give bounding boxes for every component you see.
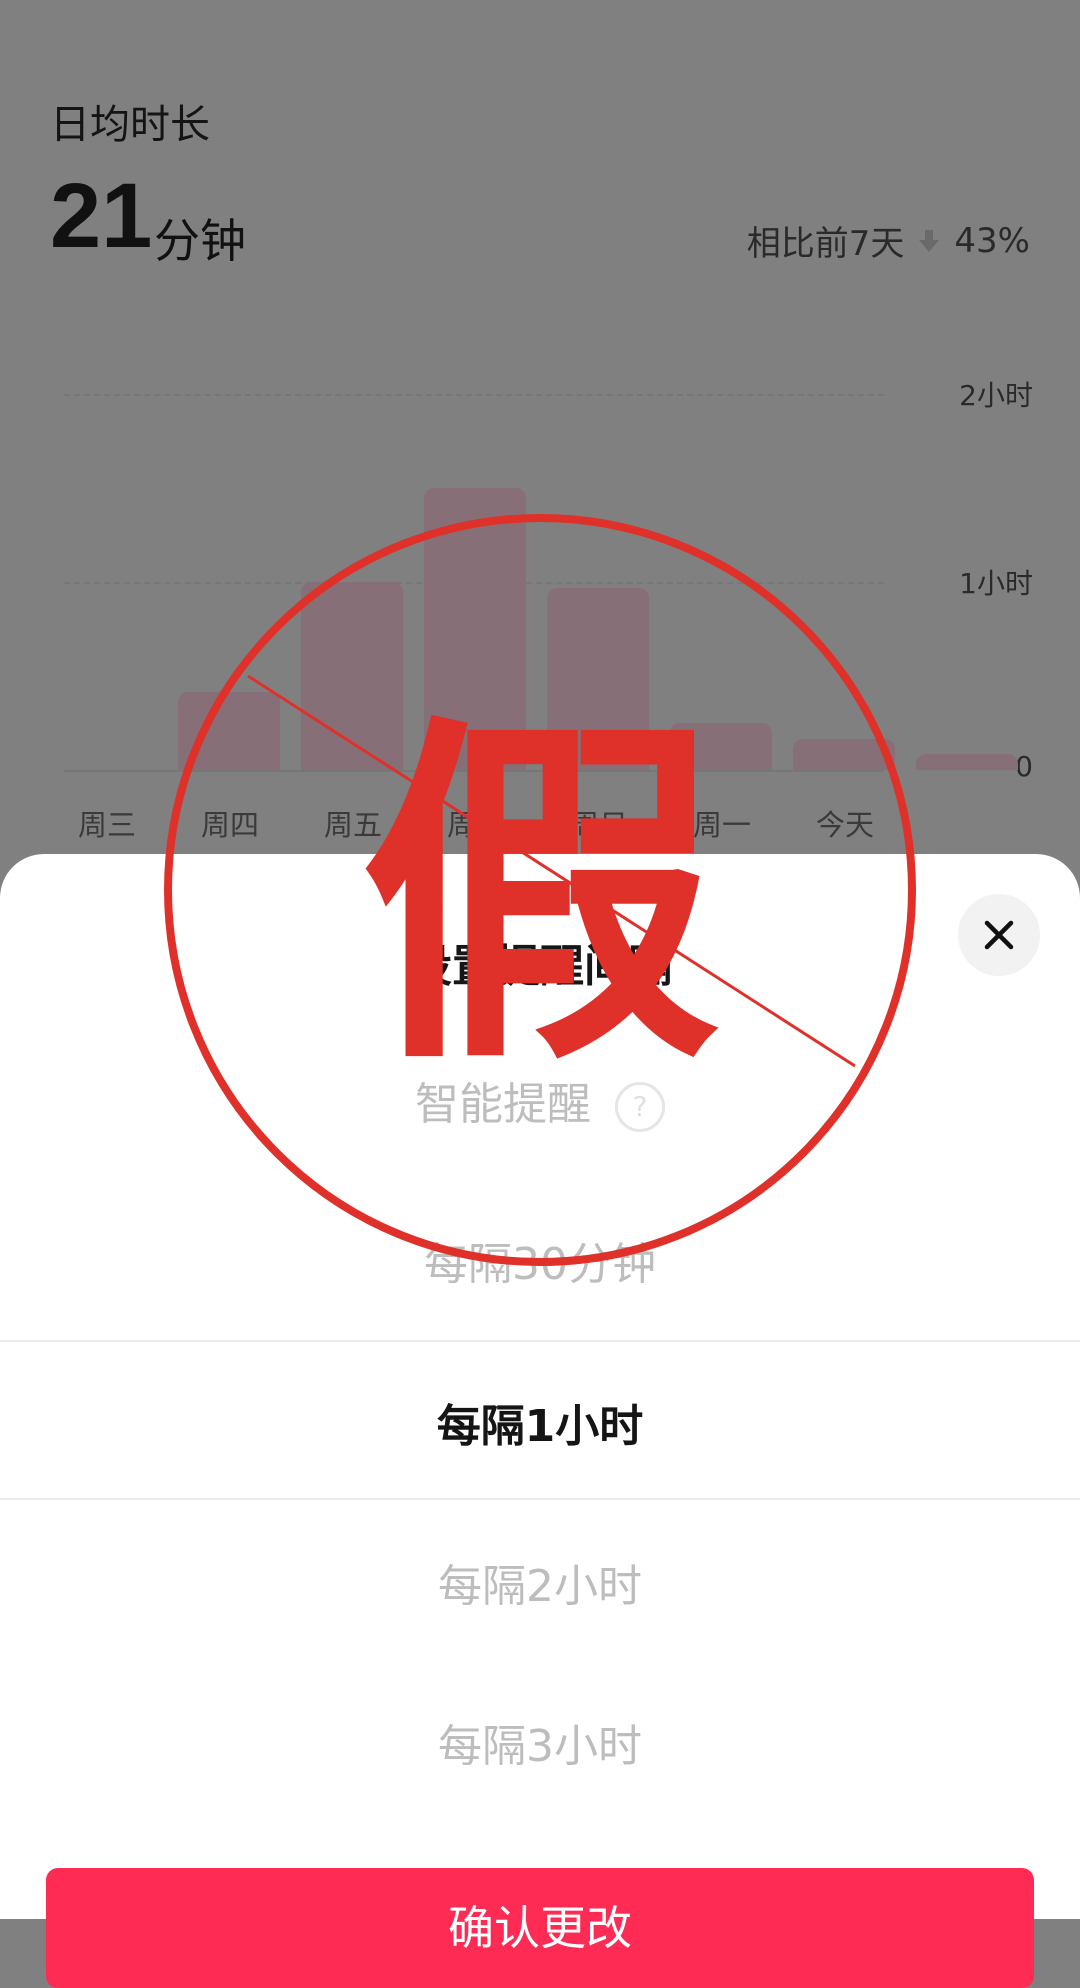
option-label: 智能提醒 [415,1079,591,1130]
bar-5 [793,738,895,770]
day-label-5: 周一 [692,808,751,842]
day-label-6: 今天 [815,808,874,842]
selection-bottom-divider [0,1498,1080,1500]
day-label-3: 周六 [446,808,505,842]
sheet-title: 设置提醒间隔 [408,941,672,992]
day-label-4: 周日 [569,808,628,842]
option-smart-reminder[interactable]: 智能提醒? [0,1068,1080,1132]
close-button[interactable] [958,894,1040,976]
close-icon [984,920,1014,950]
option-3h[interactable]: 每隔3小时 [0,1710,1080,1774]
bar-3 [547,588,649,770]
help-icon[interactable]: ? [615,1082,665,1132]
gridline-2h [64,394,884,396]
day-label-2: 周五 [323,808,382,842]
bar-0 [178,691,280,770]
compare-label: 相比前7天 [746,224,905,264]
day-label-1: 周四 [200,808,259,842]
reminder-interval-sheet: 设置提醒间隔 智能提醒? 每隔30分钟 每隔1小时 每隔2小时 每隔3小时 确认… [0,854,1080,1988]
selection-top-divider [0,1340,1080,1342]
option-30min[interactable]: 每隔30分钟 [0,1228,1080,1292]
confirm-change-button[interactable]: 确认更改 [46,1868,1034,1988]
bar-6 [916,754,1018,770]
daily-average-title: 日均时长 [50,102,210,148]
bar-1 [301,582,403,770]
bar-2 [424,488,526,770]
y-label-1h: 1小时 [959,567,1033,600]
gridline-0 [64,770,884,772]
day-label-0: 周三 [77,808,136,842]
down-arrow-icon [919,229,940,252]
daily-average-unit: 分钟 [154,214,246,268]
bar-4 [670,723,772,770]
option-1h[interactable]: 每隔1小时 [0,1390,1080,1454]
daily-average-value: 21 [50,165,153,267]
compare-row: 相比前7天 43% [747,216,1030,265]
option-2h[interactable]: 每隔2小时 [0,1550,1080,1614]
y-label-2h: 2小时 [959,379,1033,412]
compare-value: 43% [954,220,1030,261]
